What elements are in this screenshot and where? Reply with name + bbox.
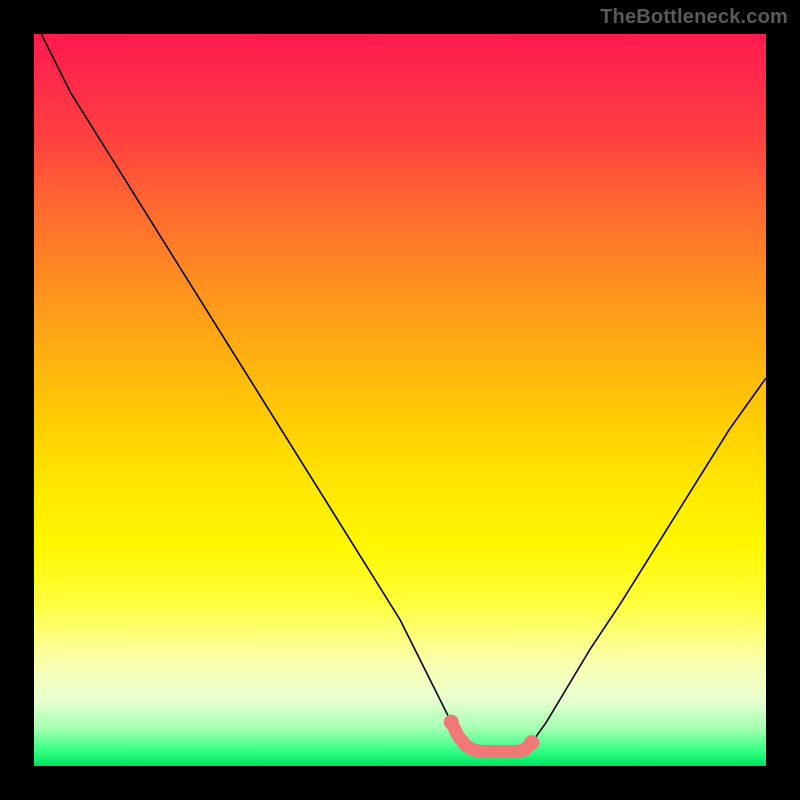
sweet-spot-band [451, 722, 532, 751]
chart-frame: TheBottleneck.com [0, 0, 800, 800]
sweet-spot-marker [524, 735, 539, 750]
plot-area [34, 34, 766, 766]
bottleneck-curve [41, 34, 766, 751]
watermark-text: TheBottleneck.com [600, 6, 788, 29]
sweet-spot-marker [444, 715, 459, 730]
curve-layer [34, 34, 766, 766]
